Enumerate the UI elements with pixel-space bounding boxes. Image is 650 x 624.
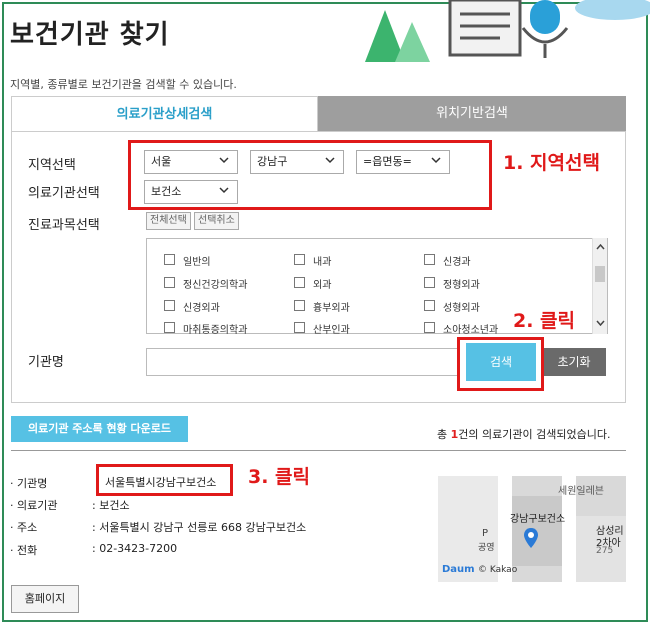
dept-label: 진료과목선택 [28, 218, 100, 233]
dept-checkbox[interactable] [424, 300, 435, 311]
dept-label-item: 신경외과 [183, 303, 220, 314]
dept-checkbox[interactable] [294, 254, 305, 265]
tab-detail-search[interactable]: 의료기관상세검색 [11, 96, 318, 132]
institution-name-text[interactable]: 서울특별시강남구보건소 [105, 474, 216, 490]
dept-label-item: 외과 [313, 280, 332, 291]
annotation-step3: 3. 클릭 [248, 466, 311, 488]
chevron-up-icon[interactable] [596, 244, 605, 250]
result-prefix: 총 [437, 428, 451, 441]
institution-name-link[interactable]: 서울특별시강남구보건소 [96, 464, 233, 496]
dept-checkbox[interactable] [164, 322, 175, 333]
dept-label-item: 성형외과 [443, 303, 480, 314]
dept-label-item: 흉부외과 [313, 303, 350, 314]
dept-checkbox[interactable] [424, 322, 435, 333]
annotation-step2: 2. 클릭 [513, 310, 576, 332]
map-parking-sub: 공영 [478, 543, 495, 553]
result-count: 총 1건의 의료기관이 검색되었습니다. [437, 426, 610, 442]
detail-value: : 보건소 [92, 499, 130, 512]
select-all-button[interactable]: 전체선택 [146, 212, 191, 230]
reset-button[interactable]: 초기화 [542, 348, 606, 376]
map-view[interactable]: 세원일레븐 강남구보건소 P 공영 삼성리 2차아 275 Daum © Kak… [438, 476, 626, 582]
dept-checkbox[interactable] [164, 254, 175, 265]
dept-checkbox[interactable] [294, 277, 305, 288]
dept-checkbox[interactable] [164, 277, 175, 288]
detail-label: · 주소 [10, 521, 38, 534]
dept-label-item: 일반의 [183, 257, 211, 268]
map-place-label: 강남구보건소 [510, 514, 566, 525]
annotation-box-region [128, 140, 492, 210]
dept-label-item: 마취통증의학과 [183, 325, 248, 336]
map-parking-label: P [482, 528, 489, 539]
tab-location-search[interactable]: 위치기반검색 [318, 96, 626, 132]
map-building-label: 275 [596, 546, 614, 556]
region-label: 지역선택 [28, 158, 76, 173]
scroll-thumb[interactable] [595, 266, 605, 282]
detail-label: · 의료기관 [10, 499, 58, 512]
page-subtitle: 지역별, 종류별로 보건기관을 검색할 수 있습니다. [10, 78, 237, 91]
dept-label-item: 정형외과 [443, 280, 480, 291]
dept-checkbox[interactable] [294, 322, 305, 333]
name-label: 기관명 [28, 355, 64, 370]
type-label: 의료기관선택 [28, 186, 100, 201]
homepage-button[interactable]: 홈페이지 [11, 585, 79, 613]
annotation-box-search [457, 337, 544, 391]
download-address-button[interactable]: 의료기관 주소록 현황 다운로드 [11, 416, 188, 442]
kakao-copyright: © Kakao [478, 565, 518, 575]
annotation-step1: 1. 지역선택 [503, 152, 600, 174]
dept-checkbox[interactable] [424, 254, 435, 265]
page-title: 보건기관 찾기 [10, 20, 170, 50]
dept-checkbox[interactable] [424, 277, 435, 288]
dept-checkbox[interactable] [164, 300, 175, 311]
detail-label: · 전화 [10, 544, 38, 557]
dept-checkbox[interactable] [294, 300, 305, 311]
dept-scrollbar[interactable] [592, 238, 607, 334]
institution-name-input[interactable] [146, 348, 458, 376]
detail-value: : 서울특별시 강남구 선릉로 668 강남구보건소 [92, 521, 307, 534]
daum-logo: Daum [442, 564, 475, 575]
map-pin-icon[interactable] [524, 528, 538, 548]
result-suffix: 건의 의료기관이 검색되었습니다. [458, 428, 611, 441]
dept-label-item: 소아청소년과 [443, 325, 499, 336]
dept-label-item: 신경과 [443, 257, 471, 268]
header-illustration [365, 0, 650, 62]
deselect-button[interactable]: 선택취소 [194, 212, 239, 230]
detail-value: : 02-3423-7200 [92, 542, 178, 555]
dept-label-item: 정신건강의학과 [183, 280, 248, 291]
detail-label: · 기관명 [10, 477, 48, 490]
dept-label-item: 산부인과 [313, 325, 350, 336]
chevron-down-icon[interactable] [596, 320, 605, 326]
divider [11, 450, 626, 451]
map-road-label: 세원일레븐 [558, 486, 604, 497]
dept-label-item: 내과 [313, 257, 332, 268]
